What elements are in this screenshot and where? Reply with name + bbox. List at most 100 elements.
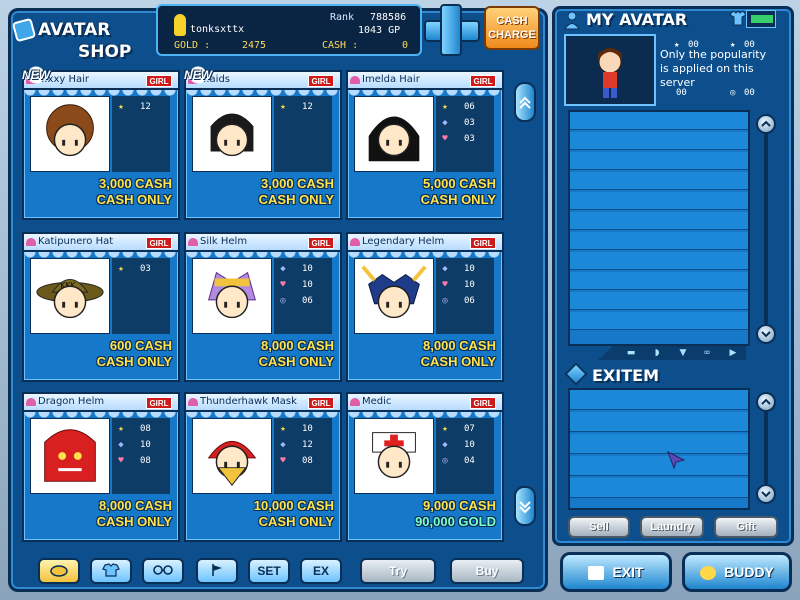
exitem-scroll-up-button[interactable]: [756, 392, 776, 412]
shield-icon: ◆: [442, 118, 448, 128]
item-stat: ◎ 06: [278, 296, 332, 310]
item-stat: ★ 06: [440, 102, 494, 116]
cap-icon: [188, 238, 198, 246]
laundry-button[interactable]: Laundry: [640, 516, 704, 538]
cap-icon: [188, 398, 198, 406]
shop-scroll-up-button[interactable]: [514, 82, 536, 122]
exit-button[interactable]: EXIT: [560, 552, 672, 592]
item-card[interactable]: Katipunero Hat GIRL KKK ★ 03 600 CASH CAS…: [22, 232, 180, 382]
item-stat: ◆ 10: [440, 440, 494, 454]
cash-charge-label-2: CHARGE: [488, 29, 536, 41]
buddy-button[interactable]: BUDDY: [682, 552, 792, 592]
item-stat: ★ 07: [440, 424, 494, 438]
item-card[interactable]: Imelda Hair GIRL ★ 06 ◆ 03 ♥ 03 5,000 CASH …: [346, 70, 504, 220]
exitem-scroll-down-button[interactable]: [756, 484, 776, 504]
gift-button[interactable]: Gift: [714, 516, 778, 538]
item-art: [46, 104, 94, 157]
item-stat-value: 06: [464, 296, 475, 306]
category-head-button[interactable]: [38, 558, 80, 584]
item-stat-value: 03: [140, 264, 151, 274]
star-icon: ★: [118, 102, 124, 112]
cash-charge-button[interactable]: CASH CHARGE: [484, 6, 540, 50]
item-card[interactable]: ...aids GIRL ★12 3,000 CASH CASH ONLY: [184, 70, 342, 220]
car-icon[interactable]: ▬: [626, 348, 636, 358]
rank-value: 788586: [370, 12, 407, 23]
swirl-icon: ◎: [280, 296, 286, 306]
exit-door-icon: [588, 566, 605, 581]
item-stats-panel: ★ 08 ◆ 10 ♥ 08: [112, 418, 170, 494]
buy-button[interactable]: Buy: [450, 558, 524, 584]
person-icon: [562, 10, 582, 30]
exitem-list[interactable]: [568, 388, 750, 510]
sell-button[interactable]: Sell: [568, 516, 630, 538]
inventory-category-bar: ▬ ◗ ▼ ∞ ▶: [598, 346, 746, 360]
item-card[interactable]: Legendary Helm GIRL ◆ 10 ♥ 10 ◎ 06 8,000 CA…: [346, 232, 504, 382]
item-card[interactable]: Medic GIRL ★ 07 ◆ 10 ◎ 04 9,000 CASH 90,000…: [346, 392, 504, 542]
cap-icon: [350, 238, 360, 246]
item-stat-value: 06: [464, 102, 475, 112]
item-stats-panel: ★ 03: [112, 258, 170, 334]
inventory-scroll-up-button[interactable]: [756, 114, 776, 134]
item-stat-value: 10: [464, 440, 475, 450]
inventory-scroll-down-button[interactable]: [756, 324, 776, 344]
double-chevron-up-icon: [519, 96, 531, 109]
popularity-note: Only the popularity is applied on this s…: [660, 48, 767, 89]
cash-value: 0: [402, 40, 409, 51]
item-image: [192, 258, 272, 334]
chevron-up-icon: [761, 398, 771, 405]
new-badge: NEW: [16, 62, 56, 88]
item-card[interactable]: Silk Helm GIRL ◆ 10 ♥ 10 ◎ 06 8,000 CASH CA…: [184, 232, 342, 382]
hat-icon[interactable]: ◗: [652, 348, 662, 358]
item-image: [354, 258, 434, 334]
item-card[interactable]: ...xxy Hair GIRL ★ 12 3,000 CASH CASH ONL…: [22, 70, 180, 220]
dress-icon[interactable]: [728, 10, 748, 28]
star-icon: ★: [442, 102, 448, 112]
category-eyes-button[interactable]: [142, 558, 184, 584]
item-price: 600 CASH: [109, 338, 172, 353]
avatar-toggle[interactable]: [746, 10, 776, 28]
ex-button[interactable]: EX: [300, 558, 342, 584]
new-badge: NEW: [178, 62, 218, 88]
flag-icon[interactable]: ▶: [728, 348, 738, 358]
item-name: Silk Helm: [200, 236, 248, 247]
exitem-scroll-track[interactable]: [764, 412, 768, 484]
item-stat-value: 08: [140, 424, 151, 434]
cap-icon: [26, 238, 36, 246]
glasses-icon[interactable]: ∞: [702, 348, 712, 358]
heart-icon: ♥: [280, 456, 286, 466]
item-art: KKK: [36, 278, 104, 319]
flag-icon: [212, 564, 222, 576]
item-name: Dragon Helm: [38, 396, 105, 407]
item-stat: ◆ 10: [440, 264, 494, 278]
item-art: [207, 441, 257, 487]
item-stats-panel: ◆ 10 ♥ 10 ◎ 06: [436, 258, 494, 334]
cash-charge-label-1: CASH: [496, 15, 528, 27]
username: tonksxttx: [190, 24, 245, 35]
shirt-icon[interactable]: ▼: [678, 348, 688, 358]
item-card[interactable]: Dragon Helm GIRL ★ 08 ◆ 10 ♥ 08 8,000 CASH …: [22, 392, 180, 542]
girl-tag-badge: GIRL: [146, 75, 172, 87]
swirl-icon: ◎: [442, 296, 448, 306]
cap-icon: [350, 398, 360, 406]
category-body-button[interactable]: [90, 558, 132, 584]
cash-label: CASH :: [322, 40, 359, 51]
buddy-label: BUDDY: [724, 564, 774, 580]
set-button[interactable]: SET: [248, 558, 290, 584]
item-price-secondary: CASH ONLY: [258, 354, 334, 369]
item-stat: ♥ 08: [116, 456, 170, 470]
inventory-list[interactable]: [568, 110, 750, 346]
inventory-scroll-track[interactable]: [764, 134, 768, 324]
item-card[interactable]: Thunderhawk Mask GIRL ★ 10 ◆ 12 ♥ 08 10,000…: [184, 392, 342, 542]
item-stat-value: 10: [302, 424, 313, 434]
item-price: 3,000 CASH: [261, 176, 334, 191]
shop-scroll-down-button[interactable]: [514, 486, 536, 526]
item-stat: ♥ 03: [440, 134, 494, 148]
item-stats-panel: ★ 10 ◆ 12 ♥ 08: [274, 418, 332, 494]
item-image: [30, 96, 110, 172]
try-button[interactable]: Try: [360, 558, 436, 584]
item-stat-value: 10: [302, 280, 313, 290]
girl-tag-badge: GIRL: [146, 237, 172, 249]
item-stat: ★ 08: [116, 424, 170, 438]
category-flag-button[interactable]: [196, 558, 238, 584]
item-stat-value: 06: [302, 296, 313, 306]
